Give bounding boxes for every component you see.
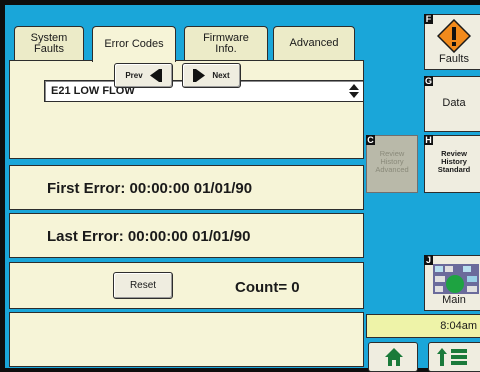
tab-system-faults[interactable]: System Faults bbox=[14, 26, 84, 60]
count-panel: Count= 0 bbox=[9, 262, 364, 309]
next-icon bbox=[193, 69, 206, 82]
tab-advanced[interactable]: Advanced bbox=[273, 26, 355, 60]
up-down-arrow-icon bbox=[349, 84, 359, 98]
tab-error-codes[interactable]: Error Codes bbox=[92, 26, 176, 62]
data-letter: G bbox=[424, 76, 433, 86]
data-label: Data bbox=[442, 97, 466, 109]
faults-letter: F bbox=[424, 14, 433, 24]
clock-display: 8:04am bbox=[366, 314, 480, 338]
last-error-panel: Last Error: 00:00:00 01/01/90 bbox=[9, 213, 364, 258]
first-error-panel: First Error: 00:00:00 01/01/90 bbox=[9, 165, 364, 210]
main-screen-icon bbox=[433, 264, 479, 294]
first-error-text: First Error: 00:00:00 01/01/90 bbox=[47, 180, 253, 197]
review-history-advanced-button[interactable]: C Review History Advanced bbox=[366, 135, 418, 193]
tab-firmware-info[interactable]: Firmware Info. bbox=[184, 26, 268, 60]
review-advanced-letter: C bbox=[366, 135, 375, 145]
prev-icon bbox=[149, 69, 162, 82]
main-label: Main bbox=[442, 294, 466, 306]
review-standard-label: Review History Standard bbox=[437, 149, 471, 174]
review-standard-letter: H bbox=[424, 135, 433, 145]
faults-label: Faults bbox=[439, 53, 469, 65]
prev-button[interactable]: Prev bbox=[114, 63, 173, 88]
review-advanced-label: Review History Advanced bbox=[375, 149, 409, 174]
next-button[interactable]: Next bbox=[182, 63, 241, 88]
faults-button[interactable]: F Faults bbox=[424, 14, 480, 70]
data-button[interactable]: G Data bbox=[424, 76, 480, 132]
bottom-panel bbox=[9, 312, 364, 367]
last-error-text: Last Error: 00:00:00 01/01/90 bbox=[47, 228, 251, 245]
main-button[interactable]: J Main bbox=[424, 255, 480, 311]
up-arrow-menu-icon bbox=[437, 348, 467, 366]
count-text: Count= 0 bbox=[235, 279, 300, 296]
review-history-standard-button[interactable]: H Review History Standard bbox=[424, 135, 480, 193]
warning-icon bbox=[437, 19, 471, 53]
reset-button[interactable]: Reset bbox=[113, 272, 173, 299]
main-letter: J bbox=[424, 255, 433, 265]
home-icon bbox=[385, 348, 403, 366]
